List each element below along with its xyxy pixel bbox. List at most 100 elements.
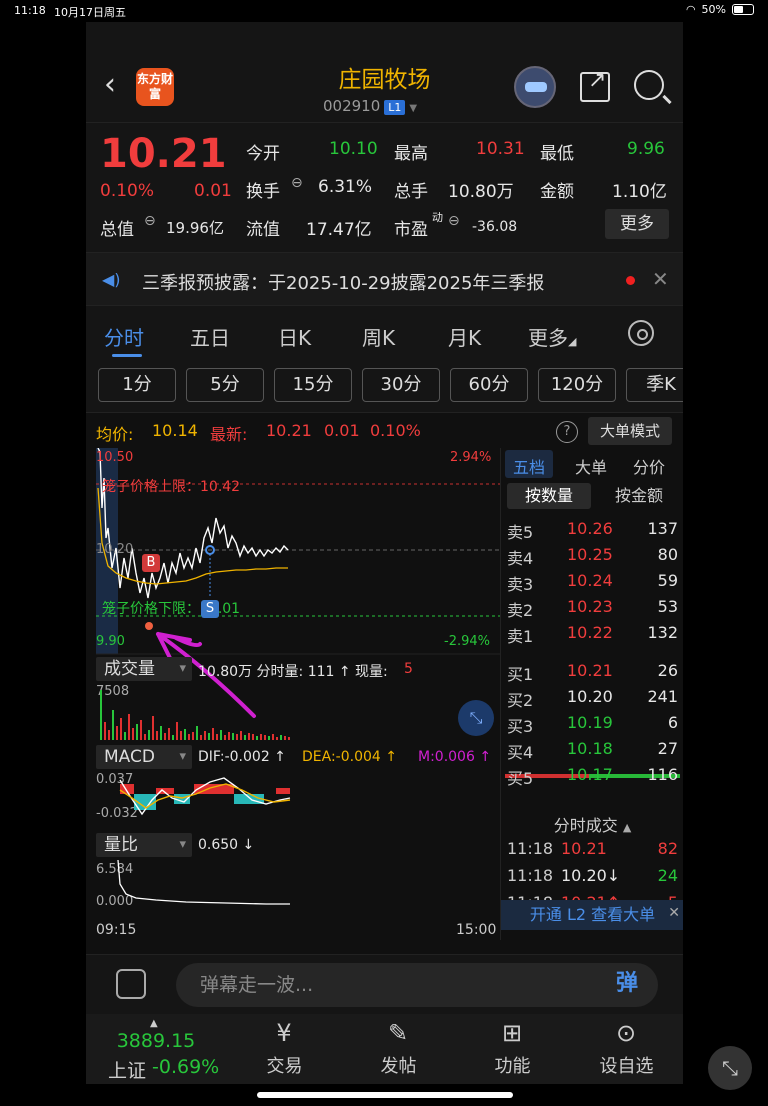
nav-functions[interactable]: ⊞ 功能 — [456, 1014, 569, 1084]
bid-row[interactable]: 买4 10.18 27 — [501, 736, 683, 762]
nav-trade[interactable]: ¥ 交易 — [228, 1014, 341, 1084]
macd-selector[interactable]: MACD — [96, 745, 192, 769]
info-icon[interactable]: ⊖ — [144, 213, 156, 229]
close-icon[interactable]: ✕ — [652, 267, 669, 291]
share-icon[interactable] — [580, 68, 610, 102]
change-value: 0.01 — [194, 181, 232, 201]
battery-icon — [732, 4, 754, 15]
ask-level: 卖5 — [507, 523, 534, 542]
ask-price: 10.24 — [567, 571, 613, 590]
tab-intraday[interactable]: 分时 — [104, 322, 144, 351]
latest-change: 0.01 — [324, 421, 360, 440]
nav-watchlist[interactable]: ⊙ 设自选 — [570, 1014, 683, 1084]
collapse-window-icon[interactable]: ⤡ — [708, 1046, 752, 1090]
nav-watchlist-label: 设自选 — [599, 1056, 654, 1077]
volume-bar — [108, 730, 110, 740]
settings-gear-icon[interactable] — [628, 320, 654, 346]
tick-trades-header[interactable]: 分时成交 ▲ — [501, 812, 683, 836]
dropdown-triangle-icon: ◢ — [568, 335, 577, 348]
expand-icon[interactable]: ⤡ — [458, 700, 494, 736]
high-value: 10.31 — [476, 139, 525, 159]
tab-five-day[interactable]: 五日 — [190, 322, 230, 351]
buy-marker[interactable]: B — [142, 554, 160, 572]
lower-limit-label: 笼子价格下限：10.01 — [102, 601, 241, 617]
danmu-bar: 弹幕走一波... 弹 — [86, 954, 683, 1014]
ask-row[interactable]: 卖5 10.26 137 — [501, 516, 683, 542]
tab-five-levels[interactable]: 五档 — [513, 454, 545, 478]
bid-row[interactable]: 买2 10.20 241 — [501, 684, 683, 710]
stock-code[interactable]: 002910 L1 ▼ — [323, 97, 417, 115]
announcement-bar[interactable]: ◀) 三季报预披露：于2025-10-29披露2025年三季报 ✕ — [86, 252, 683, 306]
volume-bar — [264, 735, 266, 740]
trade-volume: 24 — [657, 866, 678, 885]
tab-daily-k[interactable]: 日K — [278, 322, 311, 351]
tab-big-orders[interactable]: 大单 — [575, 454, 607, 478]
volume-value: 10.80万 — [448, 182, 514, 202]
big-order-mode-button[interactable]: 大单模式 — [588, 417, 672, 445]
chevron-down-icon: ▼ — [409, 103, 418, 114]
tab-price-dist[interactable]: 分价 — [633, 454, 665, 478]
bid-level: 买4 — [507, 743, 534, 762]
tab-monthly-k[interactable]: 月K — [448, 322, 481, 351]
tab-weekly-k[interactable]: 周K — [362, 322, 395, 351]
nav-post[interactable]: ✎ 发帖 — [342, 1014, 455, 1084]
by-amount-button[interactable]: 按金额 — [597, 483, 681, 509]
ratio-value: 0.650 ↓ — [198, 837, 255, 853]
search-icon[interactable] — [634, 70, 664, 100]
danmu-send-button[interactable]: 弹 — [616, 965, 638, 997]
mcap-label: 总值 — [100, 220, 134, 240]
volume-selector[interactable]: 成交量 — [96, 657, 192, 681]
info-icon[interactable]: ⊖ — [291, 175, 303, 191]
battery-percent: 50% — [701, 3, 726, 16]
trade-volume: 82 — [657, 839, 678, 858]
edit-pencil-icon: ✎ — [387, 1019, 409, 1047]
macd-plot — [119, 777, 291, 816]
volume-bar — [196, 726, 198, 740]
float-label: 流值 — [246, 220, 280, 240]
ask-row[interactable]: 卖2 10.23 53 — [501, 594, 683, 620]
close-icon[interactable]: ✕ — [668, 898, 680, 928]
period-30min[interactable]: 30分 — [362, 368, 440, 402]
bid-row[interactable]: 买3 10.19 6 — [501, 710, 683, 736]
help-icon[interactable]: ? — [556, 421, 578, 443]
chart-info-line: 均价: 10.14 最新: 10.21 0.01 0.10% ? 大单模式 — [86, 412, 683, 448]
volume-bar — [224, 735, 226, 740]
volume-bar — [268, 736, 270, 740]
sell-marker[interactable]: S — [201, 600, 219, 618]
ask-row[interactable]: 卖4 10.25 80 — [501, 542, 683, 568]
volume-bar — [160, 726, 162, 740]
info-icon[interactable]: ⊖ — [448, 213, 460, 229]
by-quantity-button[interactable]: 按数量 — [507, 483, 591, 509]
period-1min[interactable]: 1分 — [98, 368, 176, 402]
danmu-settings-icon[interactable] — [116, 969, 146, 999]
grid-icon: ⊞ — [501, 1019, 523, 1047]
tick-trades-title: 分时成交 — [553, 816, 618, 835]
ratio-selector[interactable]: 量比 — [96, 833, 192, 857]
volume-bar — [168, 728, 170, 740]
danmu-input[interactable]: 弹幕走一波... — [176, 963, 658, 1007]
top-pct-label: 2.94% — [450, 450, 492, 465]
period-5min[interactable]: 5分 — [186, 368, 264, 402]
home-indicator[interactable] — [257, 1092, 513, 1098]
mcap-value: 19.96亿 — [166, 219, 224, 237]
trade-price: 10.21 — [561, 839, 607, 858]
period-quarter-k[interactable]: 季K — [626, 368, 683, 402]
period-60min[interactable]: 60分 — [450, 368, 528, 402]
bid-row[interactable]: 买5 10.17 116 — [501, 762, 683, 788]
ask-row[interactable]: 卖1 10.22 132 — [501, 620, 683, 646]
tab-more[interactable]: 更多◢ — [528, 322, 576, 351]
period-selector: 1分 5分 15分 30分 60分 120分 季K — [86, 362, 683, 412]
robot-avatar-icon[interactable] — [514, 66, 556, 108]
period-120min[interactable]: 120分 — [538, 368, 616, 402]
index-ticker[interactable]: ▲ 3889.15 上证 -0.69% — [86, 1014, 226, 1084]
ask-row[interactable]: 卖3 10.24 59 — [501, 568, 683, 594]
more-button[interactable]: 更多 — [605, 209, 669, 239]
period-15min[interactable]: 15分 — [274, 368, 352, 402]
intraday-chart[interactable]: 10.50 2.94% 笼子价格上限：10.42 10.20 笼子价格下限：10… — [86, 448, 500, 940]
ask-price: 10.25 — [567, 545, 613, 564]
volume-bar — [256, 736, 258, 740]
chart-area: 10.50 2.94% 笼子价格上限：10.42 10.20 笼子价格下限：10… — [86, 448, 683, 940]
open-l2-banner[interactable]: 开通 L2 查看大单 ✕ — [501, 900, 683, 930]
ratio-line — [117, 859, 290, 905]
bid-row[interactable]: 买1 10.21 26 — [501, 658, 683, 684]
